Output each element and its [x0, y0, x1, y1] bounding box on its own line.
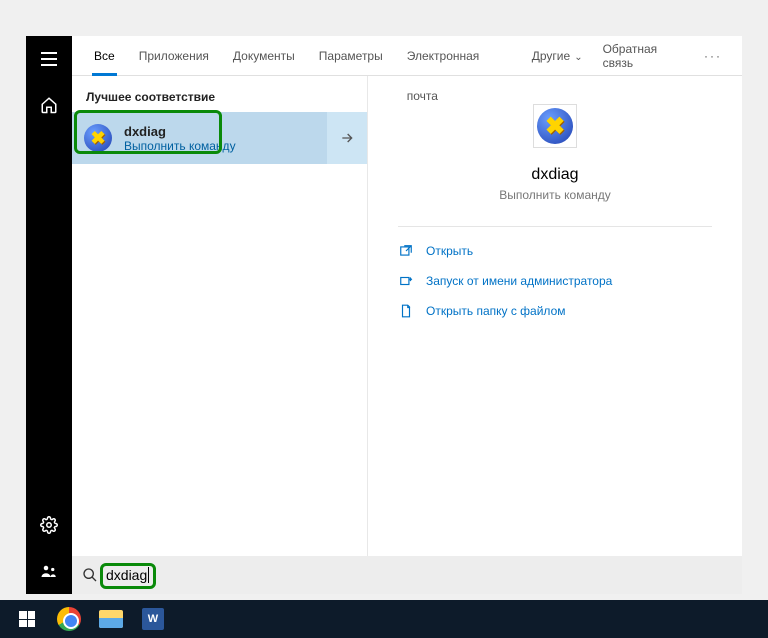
- home-button[interactable]: [26, 82, 72, 128]
- feedback-link[interactable]: Обратная связь: [595, 42, 694, 70]
- detail-title: dxdiag: [398, 166, 712, 184]
- left-rail: [26, 36, 72, 594]
- detail-panel: ✖ dxdiag Выполнить команду Открыть: [367, 76, 742, 556]
- detail-app-icon: ✖: [533, 104, 577, 148]
- search-window: Все Приложения Документы Параметры Элект…: [26, 36, 742, 594]
- dxdiag-icon: ✖: [82, 122, 114, 154]
- open-icon: [398, 243, 414, 259]
- main-panel: Все Приложения Документы Параметры Элект…: [72, 36, 742, 594]
- settings-button[interactable]: [26, 502, 72, 548]
- taskbar-chrome[interactable]: [48, 603, 90, 635]
- menu-button[interactable]: [26, 36, 72, 82]
- admin-icon: [398, 273, 414, 289]
- result-subtitle: Выполнить команду: [124, 139, 236, 153]
- filter-tabs: Все Приложения Документы Параметры Элект…: [72, 36, 742, 76]
- taskbar: W: [0, 600, 768, 638]
- results-column: Лучшее соответствие ✖ dxdiag Выполнить к…: [72, 76, 367, 556]
- word-icon: W: [142, 608, 164, 630]
- tab-docs[interactable]: Документы: [221, 36, 307, 76]
- windows-icon: [19, 611, 35, 627]
- result-dxdiag[interactable]: ✖ dxdiag Выполнить команду: [72, 112, 327, 164]
- action-open-label: Открыть: [426, 244, 473, 258]
- folder-icon: [99, 610, 123, 628]
- tab-apps[interactable]: Приложения: [127, 36, 221, 76]
- tab-params[interactable]: Параметры: [307, 36, 395, 76]
- action-admin-label: Запуск от имени администратора: [426, 274, 612, 288]
- chrome-icon: [57, 607, 81, 631]
- gear-icon: [40, 516, 58, 534]
- home-icon: [40, 96, 58, 114]
- detail-subtitle: Выполнить команду: [398, 188, 712, 202]
- expand-result-button[interactable]: [327, 112, 367, 164]
- taskbar-explorer[interactable]: [90, 603, 132, 635]
- tab-all[interactable]: Все: [82, 36, 127, 76]
- action-open[interactable]: Открыть: [398, 243, 712, 259]
- tab-email[interactable]: Электронная почта: [395, 36, 520, 76]
- action-run-admin[interactable]: Запуск от имени администратора: [398, 273, 712, 289]
- tab-other[interactable]: Другие⌄: [520, 36, 595, 76]
- hamburger-icon: [41, 52, 57, 66]
- arrow-right-icon: [339, 130, 355, 146]
- start-button[interactable]: [6, 603, 48, 635]
- search-input[interactable]: dxdiag: [106, 567, 147, 583]
- search-bar[interactable]: dxdiag: [72, 556, 742, 594]
- divider: [398, 226, 712, 227]
- action-folder-label: Открыть папку с файлом: [426, 304, 566, 318]
- people-icon: [40, 562, 58, 580]
- account-button[interactable]: [26, 548, 72, 594]
- section-best-match: Лучшее соответствие: [72, 86, 367, 112]
- taskbar-word[interactable]: W: [132, 603, 174, 635]
- text-cursor: [148, 567, 149, 583]
- folder-icon: [398, 303, 414, 319]
- more-button[interactable]: ···: [694, 49, 732, 63]
- action-open-folder[interactable]: Открыть папку с файлом: [398, 303, 712, 319]
- chevron-down-icon: ⌄: [574, 52, 582, 63]
- result-title: dxdiag: [124, 124, 236, 139]
- search-icon: [82, 567, 98, 583]
